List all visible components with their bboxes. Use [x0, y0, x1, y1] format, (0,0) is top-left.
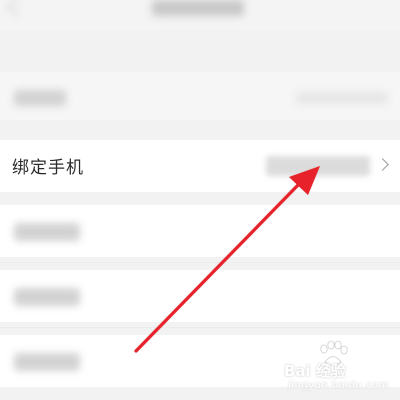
- settings-row-blurred-1[interactable]: [0, 205, 400, 257]
- phone-number-blurred: [266, 156, 370, 176]
- row-label-blurred: [14, 353, 80, 371]
- settings-row-blurred-2[interactable]: [0, 270, 400, 322]
- watermark-url: jingyan.baidu.com: [288, 380, 389, 391]
- row-label-blurred: [14, 223, 80, 241]
- divider: [0, 262, 400, 263]
- bind-phone-label: 绑定手机: [12, 158, 84, 178]
- divider: [0, 327, 400, 328]
- back-icon[interactable]: [7, 0, 27, 17]
- watermark-brand: Bai 经验: [284, 362, 346, 380]
- page-title-blurred: [152, 0, 244, 16]
- settings-row-blurred-top[interactable]: [0, 72, 400, 120]
- row-label-blurred: [14, 288, 80, 306]
- nav-header: [0, 0, 400, 30]
- row-value-blurred: [296, 92, 388, 104]
- bind-phone-row[interactable]: 绑定手机: [0, 140, 400, 192]
- chevron-right-icon: [376, 158, 389, 171]
- row-label-blurred: [14, 90, 66, 106]
- baidu-jingyan-watermark: Bai 经验 jingyan.baidu.com: [284, 340, 396, 396]
